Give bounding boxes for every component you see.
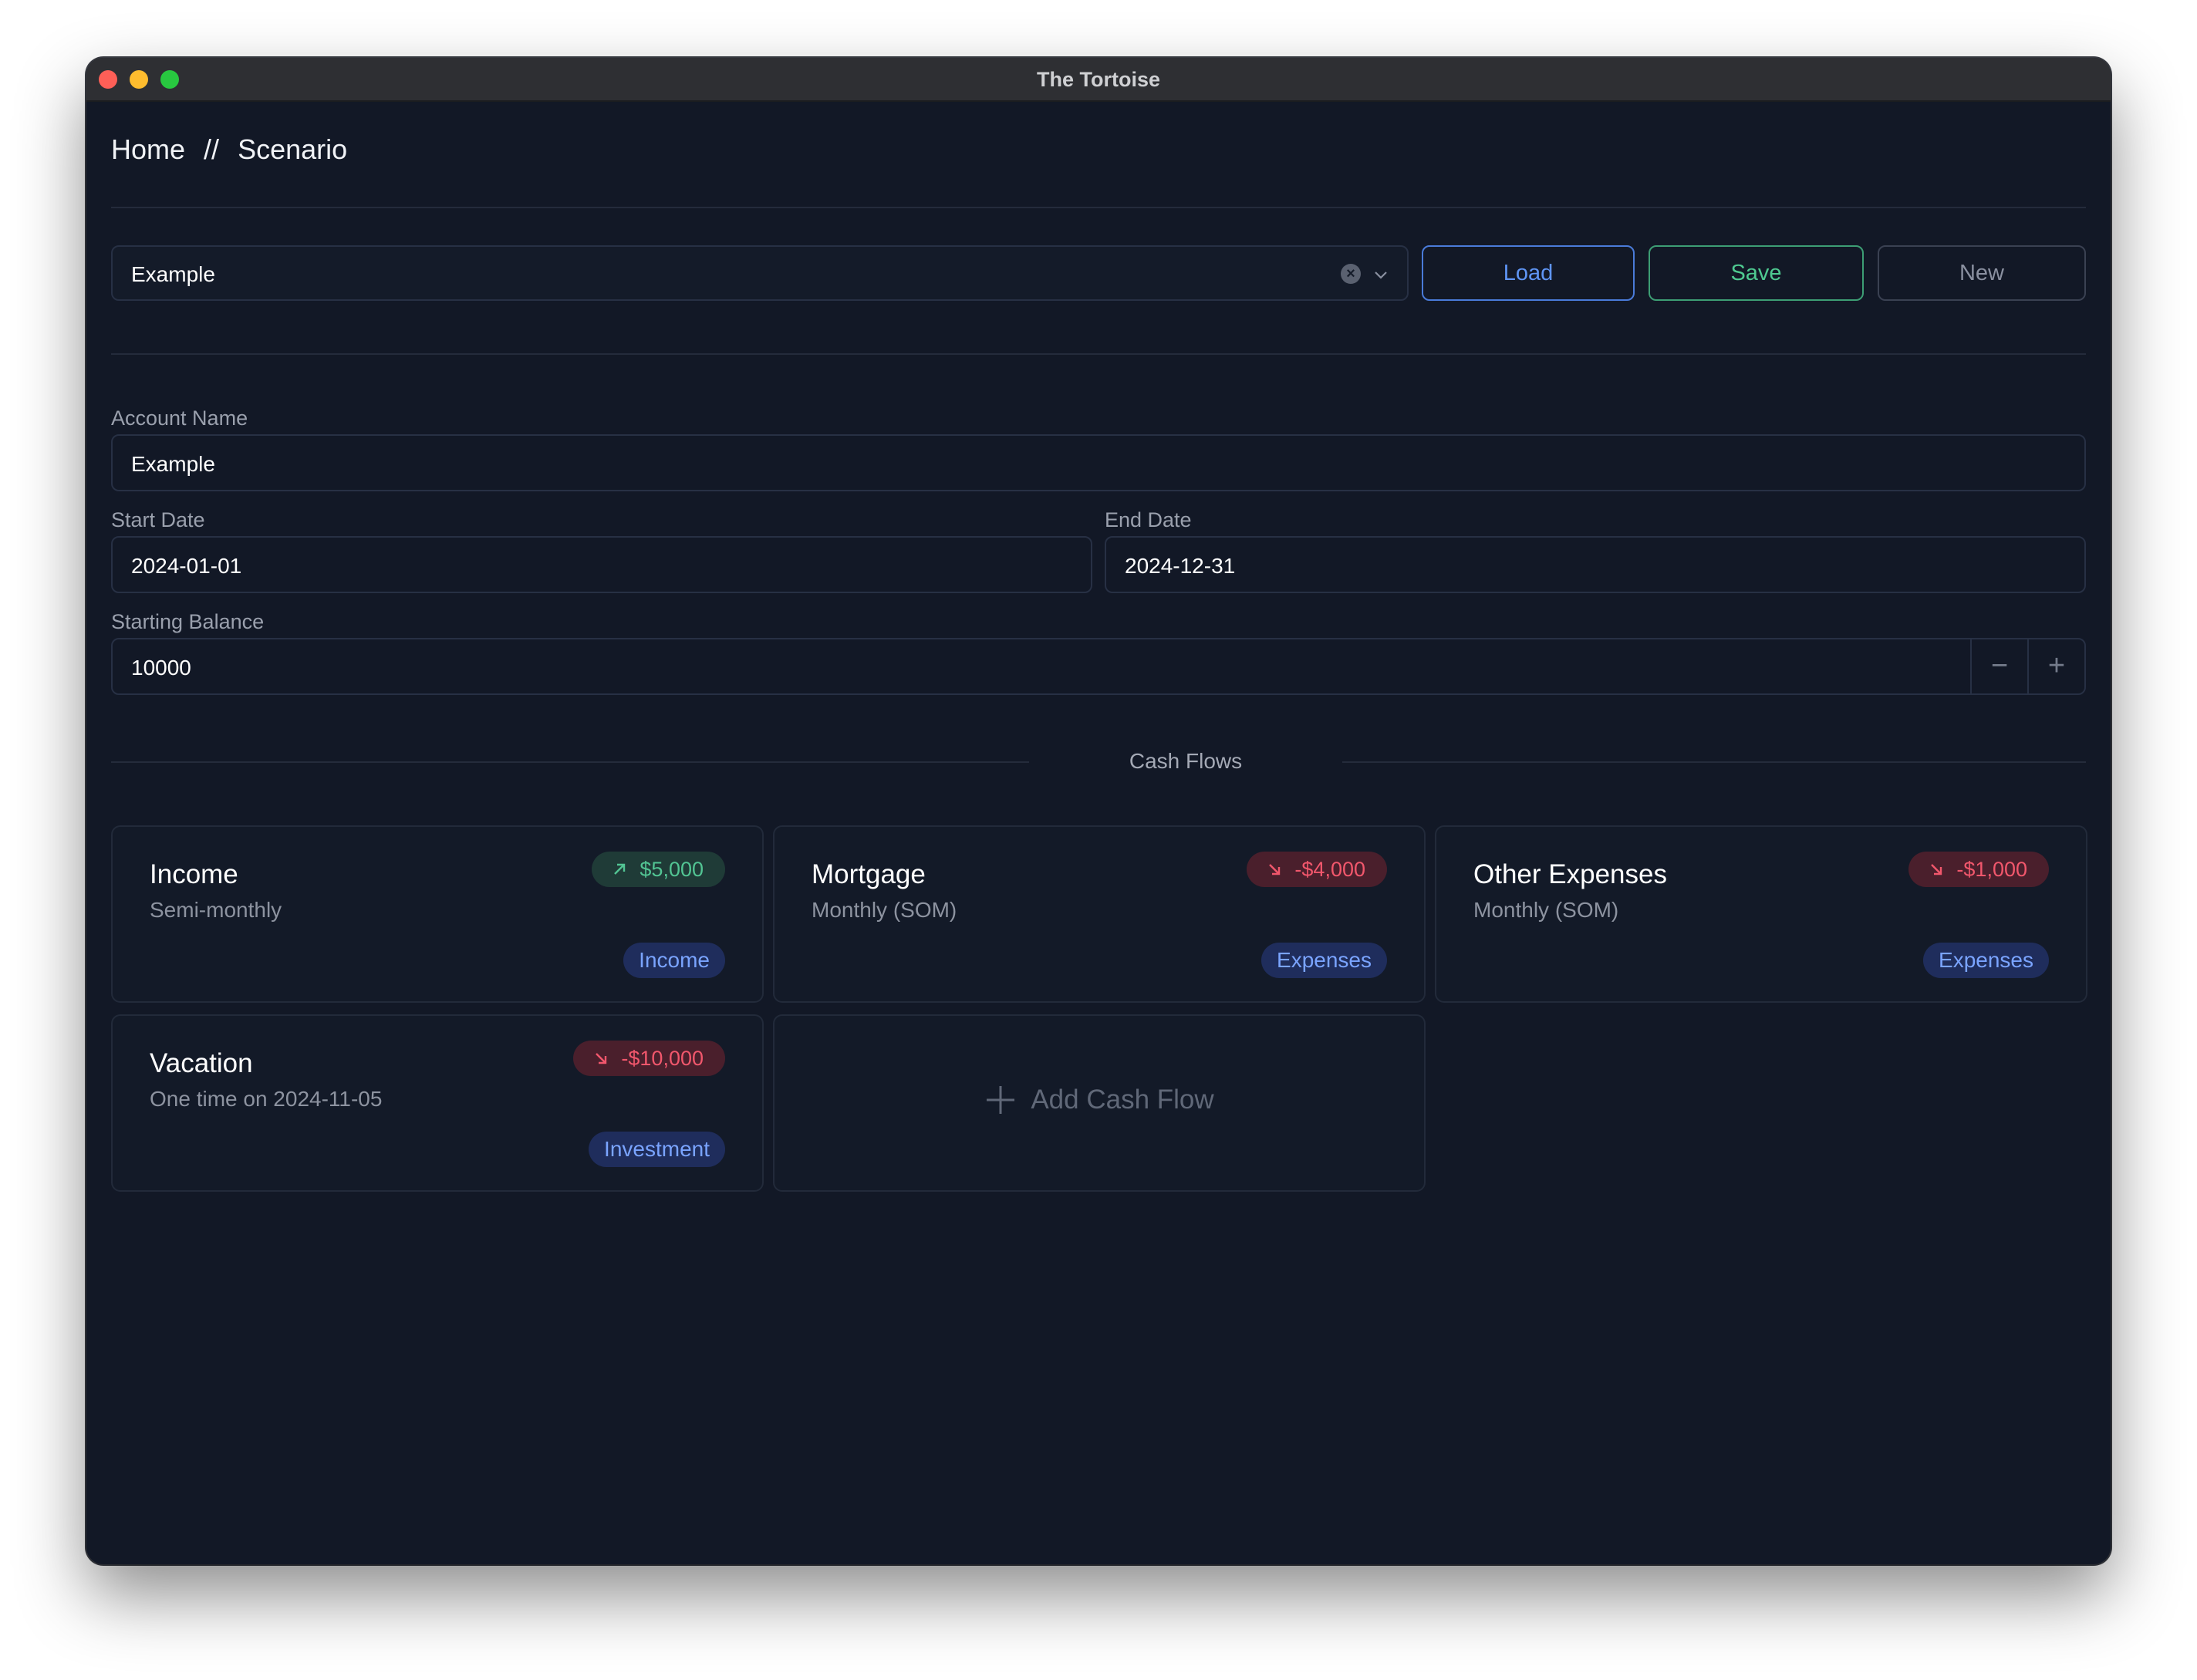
cash-flow-amount-badge: -$10,000 <box>573 1041 725 1076</box>
arrow-up-right-icon <box>614 863 626 875</box>
cash-flow-amount-badge: $5,000 <box>592 852 725 887</box>
increment-button[interactable]: + <box>2027 639 2084 693</box>
toolbar-divider <box>111 353 2086 355</box>
add-cash-flow-button[interactable]: Add Cash Flow <box>773 1014 1426 1192</box>
header-divider <box>111 207 2086 208</box>
starting-balance-input[interactable]: 10000 − + <box>111 638 2086 695</box>
end-date-value: 2024-12-31 <box>1125 554 1236 578</box>
cash-flow-name: Income <box>150 859 238 889</box>
cash-flow-schedule: Monthly (SOM) <box>812 898 957 922</box>
section-divider-right <box>1342 761 2086 763</box>
arrow-down-right-icon <box>1269 864 1281 875</box>
new-button[interactable]: New <box>1878 245 2086 301</box>
clear-icon[interactable]: × <box>1341 264 1361 284</box>
start-date-value: 2024-01-01 <box>131 554 242 578</box>
start-date-label: Start Date <box>111 508 205 531</box>
end-date-label: End Date <box>1105 508 1192 531</box>
arrow-down-right-icon <box>1931 864 1942 875</box>
add-cash-flow-label: Add Cash Flow <box>1031 1085 1214 1115</box>
plus-icon <box>987 1086 1015 1114</box>
cash-flow-amount-badge: -$4,000 <box>1247 852 1387 887</box>
breadcrumb: Home // Scenario <box>111 133 358 166</box>
cash-flow-schedule: Semi-monthly <box>150 898 282 922</box>
cash-flow-category-tag: Expenses <box>1261 943 1387 978</box>
cash-flow-category-tag: Investment <box>589 1132 725 1167</box>
cash-flow-card[interactable]: Vacation One time on 2024-11-05 -$10,000… <box>111 1014 764 1192</box>
section-divider-left <box>111 761 1029 763</box>
cash-flow-card[interactable]: Other Expenses Monthly (SOM) -$1,000 Exp… <box>1435 825 2087 1003</box>
breadcrumb-separator: // <box>204 133 220 165</box>
cash-flow-amount: $5,000 <box>640 858 704 881</box>
load-button[interactable]: Load <box>1422 245 1635 301</box>
save-button[interactable]: Save <box>1649 245 1864 301</box>
breadcrumb-current: Scenario <box>238 133 348 165</box>
cash-flow-name: Other Expenses <box>1473 859 1667 889</box>
cash-flow-card[interactable]: Income Semi-monthly $5,000 Income <box>111 825 764 1003</box>
arrow-down-right-icon <box>596 1053 607 1064</box>
cash-flow-amount: -$10,000 <box>621 1047 704 1070</box>
add-cash-flow-content: Add Cash Flow <box>775 1084 1424 1116</box>
account-name-input[interactable]: Example <box>111 434 2086 491</box>
window-title: The Tortoise <box>1036 68 1160 91</box>
app-window: The Tortoise Home // Scenario Example × … <box>86 58 2111 1564</box>
end-date-input[interactable]: 2024-12-31 <box>1105 536 2086 593</box>
chevron-down-icon[interactable] <box>1372 265 1390 284</box>
decrement-button[interactable]: − <box>1970 639 2027 693</box>
cash-flow-amount-badge: -$1,000 <box>1908 852 2049 887</box>
scenario-select[interactable]: Example × <box>111 245 1409 301</box>
account-name-label: Account Name <box>111 407 248 430</box>
account-name-value: Example <box>131 452 215 476</box>
starting-balance-value: 10000 <box>131 656 191 680</box>
breadcrumb-home[interactable]: Home <box>111 133 185 165</box>
title-bar: The Tortoise <box>86 58 2111 102</box>
cash-flow-amount: -$4,000 <box>1294 858 1365 881</box>
start-date-input[interactable]: 2024-01-01 <box>111 536 1092 593</box>
cash-flow-schedule: Monthly (SOM) <box>1473 898 1619 922</box>
cash-flow-amount: -$1,000 <box>1956 858 2027 881</box>
cash-flow-category-tag: Income <box>623 943 725 978</box>
scenario-select-value: Example <box>131 262 215 286</box>
cash-flows-heading: Cash Flows <box>1129 749 1243 773</box>
cash-flow-card[interactable]: Mortgage Monthly (SOM) -$4,000 Expenses <box>773 825 1426 1003</box>
cash-flow-name: Vacation <box>150 1048 253 1078</box>
starting-balance-label: Starting Balance <box>111 610 265 633</box>
cash-flow-name: Mortgage <box>812 859 926 889</box>
cash-flow-schedule: One time on 2024-11-05 <box>150 1087 383 1111</box>
cash-flow-category-tag: Expenses <box>1923 943 2049 978</box>
